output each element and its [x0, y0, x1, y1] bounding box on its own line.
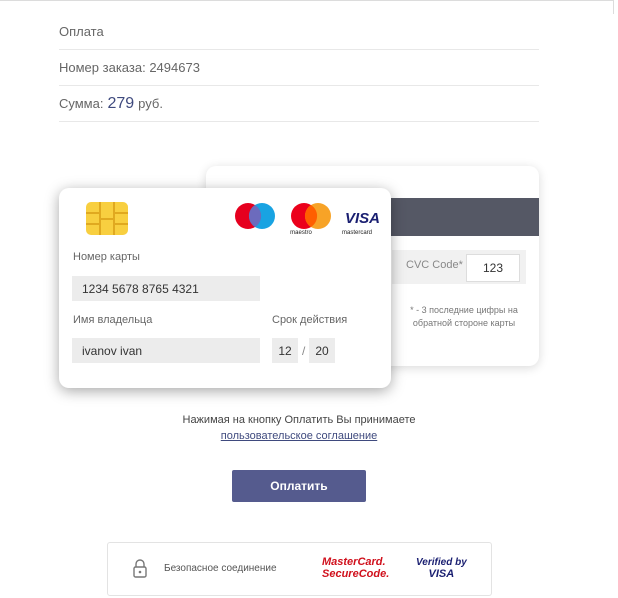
sum-label: Сумма:: [59, 96, 104, 111]
maestro-logo-icon: maestro: [232, 202, 312, 241]
mastercard-text: mastercard: [341, 230, 372, 236]
sum-currency: руб.: [138, 96, 163, 111]
mastercard-logo-icon: mastercard: [288, 202, 372, 241]
visa-logo-icon: VISA: [345, 210, 381, 227]
chip-icon: [86, 202, 128, 235]
secure-connection-label: Безопасное соединение: [164, 563, 277, 574]
sum-row: Сумма: 279 руб.: [59, 86, 539, 122]
holder-label: Имя владельца: [73, 314, 153, 326]
expiry-year-input[interactable]: 20: [309, 338, 335, 363]
page-title-row: Оплата: [59, 14, 539, 50]
expiry-separator: /: [302, 344, 306, 358]
expiry-label: Срок действия: [272, 314, 348, 326]
agreement-link[interactable]: пользовательское соглашение: [0, 430, 598, 442]
card-front: maestro mastercard VISA Номер карты 1234…: [59, 188, 391, 388]
payment-page: Оплата Номер заказа: 2494673 Сумма: 279 …: [0, 0, 618, 598]
mastercard-securecode-logo: MasterCard. SecureCode.: [322, 556, 389, 580]
order-number-label: Номер заказа:: [59, 60, 146, 75]
holder-input[interactable]: ivanov ivan: [72, 338, 260, 363]
right-divider: [613, 0, 614, 14]
top-divider: [0, 0, 614, 1]
agreement-text: Нажимая на кнопку Оплатить Вы принимаете: [182, 414, 416, 426]
cvc-label: CVC Code*: [406, 259, 463, 271]
cvc-input[interactable]: 123: [466, 254, 520, 282]
cvc-hint: * - 3 последние цифры на обратной сторон…: [410, 305, 518, 328]
order-number-value: 2494673: [149, 60, 200, 75]
expiry-month-input[interactable]: 12: [272, 338, 298, 363]
mc-secure-line1: MasterCard.: [322, 556, 386, 568]
order-number-row: Номер заказа: 2494673: [59, 50, 539, 86]
card-number-input[interactable]: 1234 5678 8765 4321: [72, 276, 260, 301]
mc-secure-line2: SecureCode.: [322, 568, 390, 580]
pay-button[interactable]: Оплатить: [232, 470, 366, 502]
vv-line1: Verified by: [416, 557, 467, 568]
verified-by-visa-logo: Verified by VISA: [416, 557, 467, 580]
secure-connection-box: Безопасное соединение MasterCard. Secure…: [107, 542, 492, 596]
page-title: Оплата: [59, 24, 104, 39]
vv-line2: VISA: [428, 568, 455, 580]
lock-icon: [133, 558, 147, 583]
sum-value: 279: [107, 94, 135, 112]
card-number-label: Номер карты: [73, 251, 140, 263]
